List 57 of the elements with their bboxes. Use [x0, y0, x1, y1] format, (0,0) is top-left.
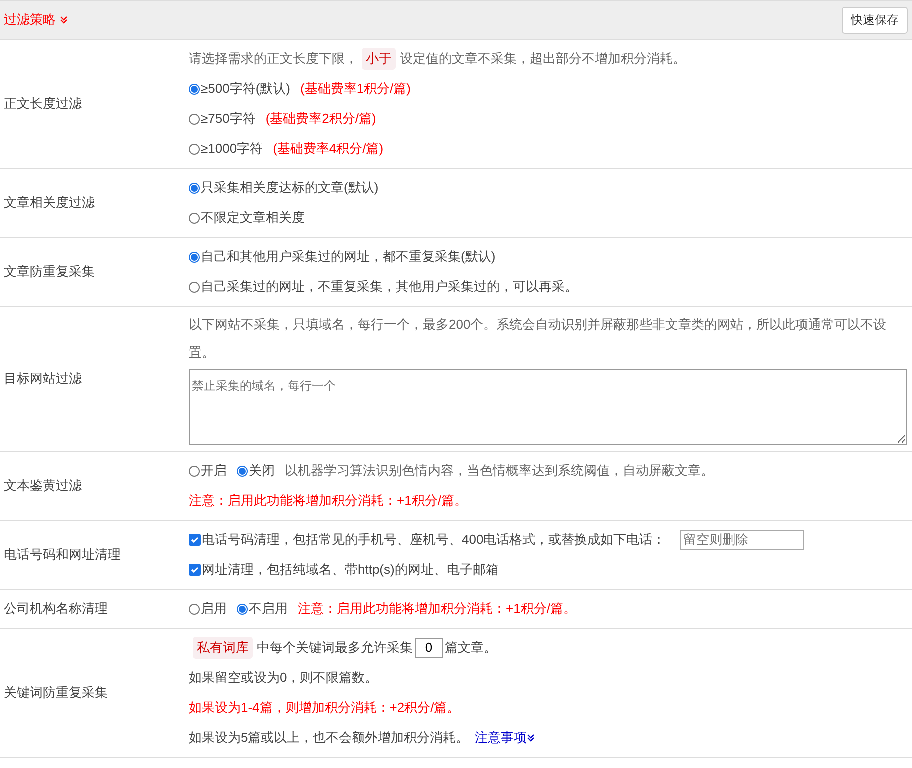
row-label: 关键词防重复采集: [3, 684, 109, 702]
hint-text: 设定值的文章不采集，超出部分不增加积分消耗。: [400, 50, 686, 68]
radio-icon[interactable]: [189, 604, 200, 614]
double-chevron-down-icon: [527, 734, 536, 742]
row-label: 电话号码和网址清理: [3, 546, 122, 564]
radio-icon[interactable]: [189, 114, 200, 124]
description-text: 中每个关键词最多允许采集: [257, 639, 413, 657]
radio-icon[interactable]: [237, 604, 248, 614]
row-label: 正文长度过滤: [3, 95, 83, 113]
cost-note: (基础费率2积分/篇): [266, 110, 376, 128]
radio-option[interactable]: 自己采集过的网址，不重复采集，其他用户采集过的，可以再采。: [189, 273, 578, 301]
radio-icon[interactable]: [189, 466, 200, 476]
radio-option[interactable]: 关闭: [237, 457, 275, 485]
row-label: 目标网站过滤: [3, 370, 83, 388]
radio-icon[interactable]: [189, 282, 200, 292]
keyword-tag: 小于: [362, 48, 396, 70]
row-label: 文本鉴黄过滤: [3, 477, 83, 495]
row-label: 文章防重复采集: [3, 263, 96, 281]
hint-text: 以下网站不采集，只填域名，每行一个，最多200个。系统会自动识别并屏蔽那些非文章类的网站，所以此项通常可以不设置。: [189, 316, 888, 362]
double-chevron-down-icon: [60, 16, 68, 24]
domain-textarea[interactable]: 禁止采集的域名，每行一个: [189, 369, 907, 445]
count-input-field[interactable]: 0: [415, 638, 443, 658]
cost-note: 如果设为1-4篇，则增加积分消耗：+2积分/篇。: [189, 699, 460, 717]
radio-option[interactable]: 不启用: [237, 595, 288, 623]
checkbox-icon[interactable]: [189, 534, 201, 546]
description-text: 如果设为5篇或以上，也不会额外增加积分消耗。: [189, 729, 470, 747]
radio-option[interactable]: 不限定文章相关度: [189, 204, 305, 232]
hint-text: 请选择需求的正文长度下限，: [189, 50, 358, 68]
checkbox-option[interactable]: 网址清理，包括纯域名、带http(s)的网址、电子邮箱: [189, 556, 499, 584]
radio-icon[interactable]: [189, 182, 200, 194]
radio-option[interactable]: 自己和其他用户采集过的网址，都不重复采集(默认): [189, 243, 496, 271]
radio-option[interactable]: 启用: [189, 595, 227, 623]
radio-option[interactable]: ≥500字符(默认): [189, 75, 290, 103]
radio-icon[interactable]: [189, 252, 200, 262]
radio-option[interactable]: 只采集相关度达标的文章(默认): [189, 174, 379, 202]
radio-icon[interactable]: [189, 212, 200, 224]
row-label: 公司机构名称清理: [3, 600, 109, 618]
phone-input-field[interactable]: 留空则删除: [680, 530, 804, 550]
radio-option[interactable]: ≥1000字符: [189, 135, 264, 163]
checkbox-option[interactable]: 电话号码清理，包括常见的手机号、座机号、400电话格式，或替换成如下电话：: [189, 526, 666, 554]
radio-icon[interactable]: [237, 466, 248, 476]
description-text: 如果留空或设为0，则不限篇数。: [189, 669, 378, 687]
hint-text: 以机器学习算法识别色情内容，当色情概率达到系统阈值，自动屏蔽文章。: [285, 462, 714, 480]
radio-option[interactable]: ≥750字符: [189, 105, 256, 133]
checkbox-icon[interactable]: [189, 564, 201, 576]
cost-note: (基础费率1积分/篇): [300, 80, 411, 98]
description-text: 篇文章。: [445, 639, 497, 657]
cost-note: 注意：启用此功能将增加积分消耗：+1积分/篇。: [298, 600, 576, 618]
notes-link[interactable]: 注意事项: [475, 724, 536, 752]
keyword-tag: 私有词库: [193, 637, 253, 659]
row-label: 文章相关度过滤: [3, 194, 96, 212]
radio-option[interactable]: 开启: [189, 457, 227, 485]
cost-note: (基础费率4积分/篇): [273, 140, 384, 158]
radio-icon[interactable]: [189, 144, 200, 154]
radio-icon[interactable]: [189, 84, 200, 94]
save-button[interactable]: 快速保存: [842, 6, 908, 34]
cost-note: 注意：启用此功能将增加积分消耗：+1积分/篇。: [189, 492, 468, 510]
